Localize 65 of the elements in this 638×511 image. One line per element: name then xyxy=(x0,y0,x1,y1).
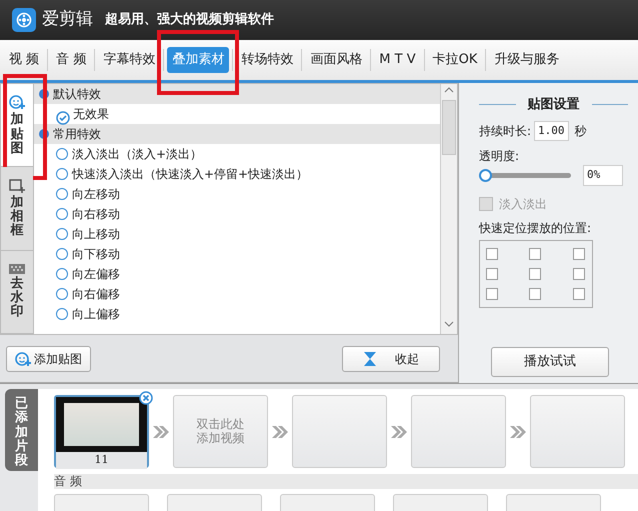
menu-tab[interactable]: 卡拉OK xyxy=(428,47,482,73)
position-checkbox[interactable] xyxy=(572,248,585,260)
slider-thumb[interactable] xyxy=(479,168,492,182)
chevron-icon xyxy=(152,424,170,438)
position-checkbox[interactable] xyxy=(572,288,585,300)
checker-icon xyxy=(9,264,25,274)
opacity-label: 透明度: xyxy=(479,148,520,165)
empty-clip-slot[interactable] xyxy=(292,395,387,468)
close-icon[interactable] xyxy=(139,391,153,405)
effect-item[interactable]: 向上移动 xyxy=(34,224,440,244)
effect-item[interactable]: 淡入淡出（淡入+淡出） xyxy=(34,144,440,164)
effect-group-header[interactable]: 常用特效 xyxy=(34,124,440,144)
duration-field[interactable]: 1.00 xyxy=(534,120,569,141)
menu-tab[interactable]: 视 频 xyxy=(4,47,44,73)
duration-unit: 秒 xyxy=(574,122,587,140)
app-slogan: 超易用、强大的视频剪辑软件 xyxy=(105,10,274,30)
smiley-plus-icon xyxy=(15,350,31,366)
empty-clip-slot[interactable] xyxy=(411,395,506,468)
effect-item[interactable]: 向左偏移 xyxy=(34,264,440,284)
effect-item[interactable]: 向右移动 xyxy=(34,204,440,224)
menu-tab[interactable]: 转场特效 xyxy=(236,47,298,73)
panel-title: 贴图设置 xyxy=(528,96,580,114)
app-name: 爱剪辑 xyxy=(42,8,93,32)
effect-item[interactable]: 向上偏移 xyxy=(34,304,440,324)
add-video-hint: 双击此处 添加视频 xyxy=(196,418,244,445)
opacity-slider[interactable] xyxy=(479,168,571,182)
position-label: 快速定位摆放的位置: xyxy=(479,220,592,236)
menu-tab[interactable]: 音 频 xyxy=(51,47,92,73)
effect-item[interactable]: 向左移动 xyxy=(34,184,440,204)
scrollbar[interactable] xyxy=(440,84,457,334)
empty-clip-slot[interactable] xyxy=(530,395,625,468)
scroll-thumb[interactable] xyxy=(442,100,456,155)
effect-item[interactable]: 快速淡入淡出（快速淡入+停留+快速淡出） xyxy=(34,164,440,184)
position-checkbox[interactable] xyxy=(486,248,498,260)
menu-tab[interactable]: 升级与服务 xyxy=(489,47,564,73)
audio-track-label: 音 频 xyxy=(54,474,638,489)
position-checkbox[interactable] xyxy=(572,268,585,280)
smiley-plus-icon xyxy=(9,94,25,110)
add-sticker-button[interactable]: 添加贴图 xyxy=(6,346,91,372)
menu-tab[interactable]: 字幕特效 xyxy=(98,47,160,73)
effect-item[interactable]: 无效果 xyxy=(34,104,440,124)
duration-label: 持续时长: xyxy=(479,122,532,140)
app-logo-icon xyxy=(12,8,36,32)
effect-item[interactable]: 向右偏移 xyxy=(34,284,440,304)
collapse-button[interactable]: 收起 xyxy=(342,346,440,372)
position-checkbox[interactable] xyxy=(486,288,498,300)
position-checkbox[interactable] xyxy=(529,268,542,280)
effect-item[interactable]: 向下移动 xyxy=(34,244,440,264)
preview-button[interactable]: 播放试试 xyxy=(491,347,609,377)
side-tab[interactable]: 加相框 xyxy=(1,167,33,251)
clip-caption: 11 xyxy=(56,452,147,468)
menu-tab[interactable]: 画面风格 xyxy=(305,47,368,73)
frame-plus-icon xyxy=(9,178,25,193)
menu-tab[interactable]: M T V xyxy=(374,47,421,73)
effect-group-header[interactable]: 默认特效 xyxy=(34,84,440,104)
chevron-icon xyxy=(271,424,289,438)
check-circle-icon xyxy=(56,110,70,125)
position-checkbox[interactable] xyxy=(486,268,498,280)
position-checkbox[interactable] xyxy=(529,288,542,300)
chevron-icon xyxy=(390,424,408,438)
opacity-field[interactable]: 0% xyxy=(583,165,623,186)
timeline-tab[interactable]: 已添加片段 xyxy=(5,389,38,471)
hourglass-icon xyxy=(363,350,377,366)
position-checkbox[interactable] xyxy=(529,248,542,260)
chevron-icon xyxy=(509,424,527,438)
